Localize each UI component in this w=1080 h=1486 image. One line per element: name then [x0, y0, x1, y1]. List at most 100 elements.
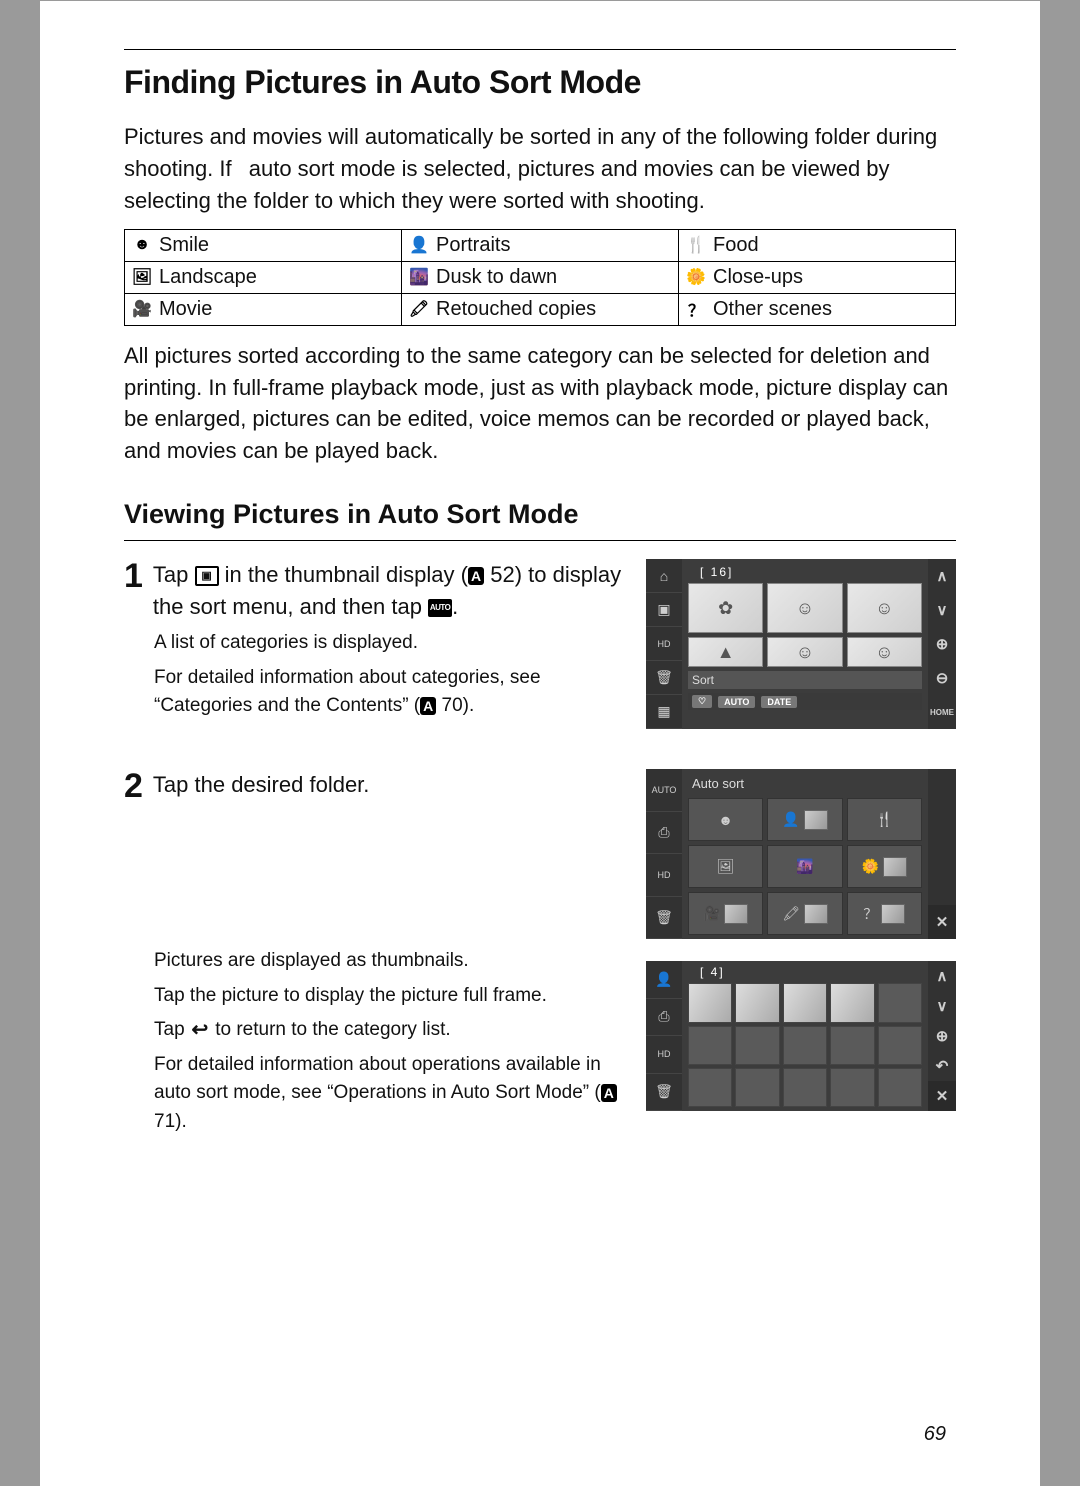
- step-number: 2: [124, 769, 143, 803]
- cam-icon: ⌂: [646, 559, 682, 593]
- category-cell: 🌼 Close-ups: [679, 261, 956, 293]
- thumb: ☺: [767, 583, 842, 633]
- after-table-paragraph: All pictures sorted according to the sam…: [124, 340, 956, 468]
- category-label: Landscape: [159, 266, 257, 289]
- close-icon: ✕: [928, 905, 956, 939]
- step-2-sub1: Pictures are displayed as thumbnails.: [124, 947, 622, 976]
- category-icon: 🌆: [408, 268, 430, 286]
- page-ref-icon: A: [601, 1084, 617, 1102]
- cat-dusk: 🌆: [767, 845, 842, 888]
- up-icon: ∧: [928, 559, 956, 593]
- thumb: [783, 983, 827, 1022]
- print-icon: ⎙: [646, 812, 682, 855]
- step-2-sub4: For detailed information about operation…: [124, 1051, 622, 1137]
- sort-chip: DATE: [761, 696, 797, 708]
- sort-chip: AUTO: [718, 696, 755, 708]
- thumb: ☺: [847, 583, 922, 633]
- thumb: [735, 983, 779, 1022]
- category-table: ☻ Smile 👤 Portraits 🍴 Food 🖼 Landscape 🌆 Dusk to …: [124, 229, 956, 326]
- category-icon: ？: [685, 300, 707, 318]
- playback-icon: ▣: [195, 566, 219, 586]
- category-cell: ？ Other scenes: [679, 293, 956, 325]
- step-2-sub3: Tap ↩ to return to the category list.: [124, 1016, 622, 1045]
- page-title: Finding Pictures in Auto Sort Mode: [124, 64, 956, 101]
- counter: [ 4]: [688, 965, 922, 979]
- category-label: Movie: [159, 298, 212, 321]
- thumb: ▲: [688, 637, 763, 667]
- print-icon: ⎙: [646, 999, 682, 1037]
- category-cell: 🖍 Retouched copies: [402, 293, 679, 325]
- category-cell: 🎥 Movie: [125, 293, 402, 325]
- zoom-in-icon: ⊕: [928, 1021, 956, 1051]
- trash-icon: 🗑: [646, 897, 682, 940]
- cat-movie: 🎥: [688, 892, 763, 935]
- step-1: 1 Tap ▣ in the thumbnail display (A 52) …: [124, 559, 956, 751]
- step-2: 2 Tap the desired folder. Pictures are d…: [124, 769, 956, 1136]
- zoom-out-icon: ⊖: [928, 661, 956, 695]
- category-cell: 🍴 Food: [679, 229, 956, 261]
- thumb: ☺: [767, 637, 842, 667]
- step-1-sub2: For detailed information about categorie…: [124, 664, 622, 721]
- cat-food: 🍴: [847, 798, 922, 841]
- subheading: Viewing Pictures in Auto Sort Mode: [124, 499, 956, 541]
- category-icon: 🌼: [685, 268, 707, 286]
- hd-icon: HD: [646, 854, 682, 897]
- sort-chip: ♡: [692, 695, 712, 708]
- category-cell: 🌆 Dusk to dawn: [402, 261, 679, 293]
- cat-landscape: 🖼: [688, 845, 763, 888]
- grid-icon: ▦: [646, 695, 682, 729]
- trash-icon: 🗑: [646, 1074, 682, 1112]
- step-2-heading: Tap the desired folder.: [153, 772, 369, 797]
- home-icon: HOME: [928, 695, 956, 729]
- autosort-title: Auto sort: [688, 773, 922, 794]
- category-icon: 🖼: [131, 268, 153, 286]
- auto-chip-icon: AUTO: [646, 769, 682, 812]
- autosort-icon: AUTO: [428, 599, 452, 617]
- zoom-in-icon: ⊕: [928, 627, 956, 661]
- cat-other: ？: [847, 892, 922, 935]
- category-label: Dusk to dawn: [436, 266, 557, 289]
- sort-strip: Sort: [688, 671, 922, 689]
- down-icon: ∨: [928, 991, 956, 1021]
- manual-page: Finding Pictures in Auto Sort Mode Pictu…: [40, 0, 1040, 1486]
- category-label: Close-ups: [713, 266, 803, 289]
- step-1-screen: ⌂ ▣ HD 🗑 ▦ [ 16] ✿ ☺ ☺ ▲ ☺: [646, 559, 956, 751]
- category-icon: 🖍: [408, 300, 430, 318]
- category-cell: 🖼 Landscape: [125, 261, 402, 293]
- category-cell: 👤 Portraits: [402, 229, 679, 261]
- category-label: Smile: [159, 234, 209, 257]
- category-label: Food: [713, 234, 759, 257]
- cat-closeup: 🌼: [847, 845, 922, 888]
- category-cell: ☻ Smile: [125, 229, 402, 261]
- page-ref-icon: A: [468, 567, 484, 585]
- category-label: Portraits: [436, 234, 510, 257]
- step-2-screens: AUTO ⎙ HD 🗑 Auto sort ☻ 👤 🍴 🖼 🌆 🌼 🎥: [646, 769, 956, 1136]
- category-icon: 🍴: [685, 236, 707, 254]
- hd-icon: HD: [646, 1036, 682, 1074]
- cat-portrait: 👤: [767, 798, 842, 841]
- return-icon: ↩: [190, 1022, 210, 1038]
- category-icon: 👤: [408, 236, 430, 254]
- category-label: Other scenes: [713, 298, 832, 321]
- intro-paragraph: Pictures and movies will automatically b…: [124, 121, 956, 217]
- hd-icon: HD: [646, 627, 682, 661]
- portrait-icon: 👤: [646, 961, 682, 999]
- thumb: ✿: [688, 583, 763, 633]
- category-icon: ☻: [131, 236, 153, 254]
- cat-smile: ☻: [688, 798, 763, 841]
- page-ref-icon: A: [420, 697, 436, 715]
- play-icon: ▣: [646, 593, 682, 627]
- step-1-heading: Tap ▣ in the thumbnail display (A 52) to…: [153, 562, 621, 619]
- step-1-sub1: A list of categories is displayed.: [124, 629, 622, 658]
- counter: [ 16]: [688, 565, 922, 579]
- page-number: 69: [924, 1423, 946, 1446]
- category-icon: 🎥: [131, 300, 153, 318]
- step-2-sub2: Tap the picture to display the picture f…: [124, 982, 622, 1011]
- step-number: 1: [124, 559, 143, 593]
- cat-retouch: 🖍: [767, 892, 842, 935]
- thumb: ☺: [847, 637, 922, 667]
- trash-icon: 🗑: [646, 661, 682, 695]
- category-label: Retouched copies: [436, 298, 596, 321]
- thumb-empty: [878, 983, 922, 1022]
- down-icon: ∨: [928, 593, 956, 627]
